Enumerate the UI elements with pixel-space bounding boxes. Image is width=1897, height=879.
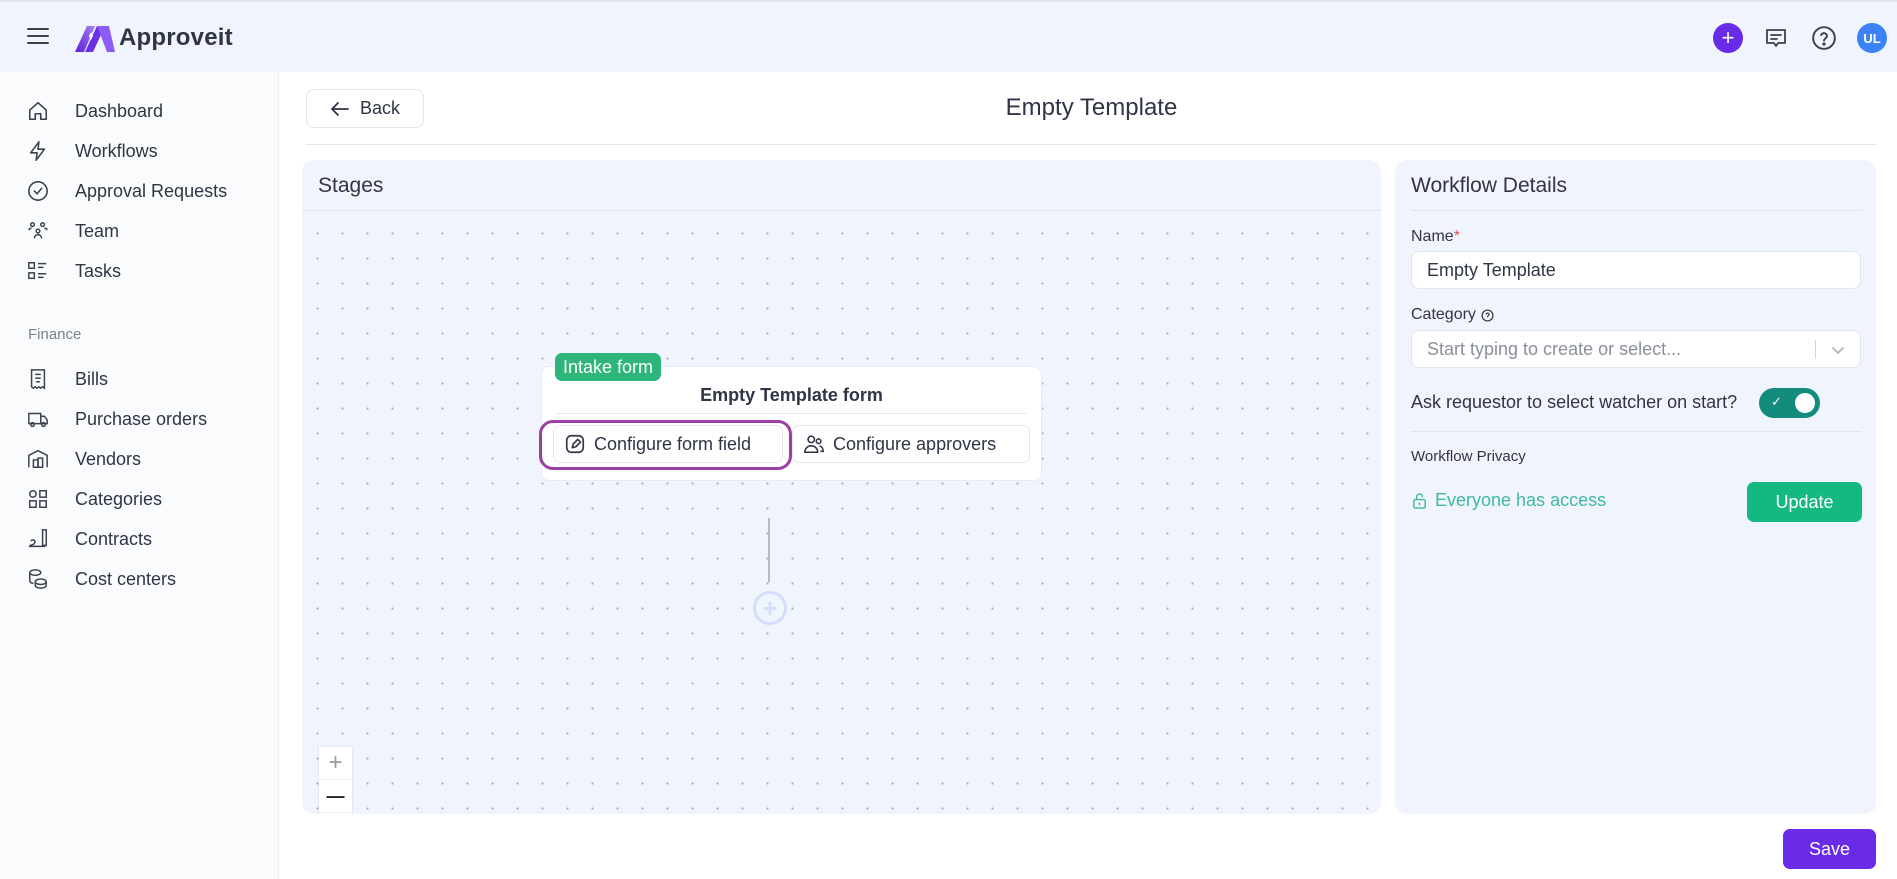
signature-icon	[27, 528, 49, 550]
required-mark: *	[1453, 228, 1460, 245]
sidebar-item-label: Workflows	[75, 140, 158, 161]
watcher-question-label: Ask requestor to select watcher on start…	[1411, 392, 1738, 412]
add-stage-button[interactable]: +	[753, 591, 787, 625]
tasks-icon	[27, 260, 49, 282]
sidebar-item-label: Contracts	[75, 528, 153, 549]
stages-title: Stages	[318, 174, 384, 197]
details-divider	[1411, 210, 1862, 211]
configure-approvers-button[interactable]: Configure approvers	[792, 425, 1030, 463]
stage-card-divider	[556, 413, 1027, 414]
truck-icon	[27, 408, 49, 430]
category-field-label: Category	[1411, 306, 1494, 324]
privacy-access-link[interactable]: Everyone has access	[1411, 490, 1606, 511]
update-privacy-button[interactable]: Update	[1747, 482, 1862, 522]
unlock-icon	[1413, 492, 1426, 509]
sidebar-item-tasks[interactable]: Tasks	[27, 256, 121, 286]
app-logo[interactable]: Approveit	[75, 22, 233, 54]
sidebar-item-vendors[interactable]: Vendors	[27, 444, 141, 474]
header-divider	[306, 144, 1877, 145]
zoom-in-button[interactable]: +	[319, 747, 352, 780]
user-avatar[interactable]: UL	[1857, 23, 1887, 53]
sidebar-item-categories[interactable]: Categories	[27, 484, 162, 514]
home-icon	[27, 100, 49, 122]
workflow-privacy-label: Workflow Privacy	[1411, 448, 1526, 465]
lightning-icon	[27, 140, 49, 162]
privacy-divider	[1411, 431, 1862, 432]
canvas-zoom-controls: + —	[319, 747, 352, 814]
sidebar-item-label: Team	[75, 220, 120, 241]
help-icon	[1812, 26, 1836, 50]
configure-approvers-label: Configure approvers	[833, 433, 997, 454]
name-field-label: Name*	[1411, 228, 1460, 246]
category-placeholder: Start typing to create or select...	[1427, 338, 1682, 359]
chevron-down-icon[interactable]	[1830, 342, 1846, 358]
sidebar-item-label: Purchase orders	[75, 408, 208, 429]
sidebar-item-dashboard[interactable]: Dashboard	[27, 96, 163, 126]
grid-icon	[27, 488, 49, 510]
sidebar-item-label: Cost centers	[75, 568, 177, 589]
name-label-text: Name	[1411, 228, 1454, 245]
sidebar-item-team[interactable]: Team	[27, 216, 119, 246]
sidebar-item-label: Categories	[75, 488, 163, 509]
finance-section-label: Finance	[28, 326, 82, 343]
app-name: Approveit	[119, 24, 233, 51]
workflow-details-title: Workflow Details	[1411, 174, 1567, 197]
stage-card-title: Empty Template form	[700, 385, 883, 405]
sidebar-item-label: Approval Requests	[75, 180, 228, 201]
workflow-canvas[interactable]: Intake form Empty Template form Configur…	[302, 211, 1381, 814]
sidebar-item-approval-requests[interactable]: Approval Requests	[27, 176, 227, 206]
category-select[interactable]: Start typing to create or select...	[1411, 330, 1861, 368]
privacy-access-text: Everyone has access	[1435, 490, 1607, 510]
stages-panel: Stages Intake form Empty Template form C…	[302, 160, 1381, 814]
intake-form-badge: Intake form	[555, 353, 662, 381]
sidebar-item-purchase-orders[interactable]: Purchase orders	[27, 404, 207, 434]
coins-icon	[27, 568, 49, 590]
plus-icon: +	[328, 749, 343, 776]
team-icon	[27, 220, 49, 242]
sidebar-item-label: Tasks	[75, 260, 122, 281]
main-content: Back Empty Template Stages Intake form E…	[280, 72, 1897, 879]
sidebar-item-contracts[interactable]: Contracts	[27, 524, 152, 554]
select-separator	[1815, 340, 1816, 359]
chat-icon	[1766, 29, 1786, 47]
warehouse-icon	[27, 448, 49, 470]
minus-icon: —	[326, 785, 345, 806]
approveit-logo-icon	[75, 26, 115, 52]
users-icon	[804, 435, 824, 454]
menu-icon[interactable]	[27, 28, 49, 46]
intake-stage-card[interactable]: Intake form Empty Template form Configur…	[539, 353, 1042, 481]
configure-form-field-button[interactable]: Configure form field	[553, 425, 783, 463]
sidebar-item-cost-centers[interactable]: Cost centers	[27, 564, 176, 594]
toggle-knob	[1795, 393, 1815, 413]
help-button[interactable]	[1809, 23, 1839, 53]
top-bar: Approveit + UL	[0, 0, 1897, 72]
plus-circle-icon: +	[762, 592, 778, 623]
page-title: Empty Template	[1005, 94, 1178, 121]
fit-view-button[interactable]	[319, 813, 352, 814]
category-label-text: Category	[1411, 306, 1476, 323]
save-button[interactable]: Save	[1783, 829, 1876, 869]
sidebar-item-label: Vendors	[75, 448, 142, 469]
receipt-icon	[27, 368, 49, 390]
configure-form-field-label: Configure form field	[594, 433, 752, 454]
help-circle-icon[interactable]	[1481, 308, 1494, 322]
sidebar-item-label: Bills	[75, 368, 109, 389]
sidebar-item-workflows[interactable]: Workflows	[27, 136, 158, 166]
form-edit-icon	[565, 434, 585, 454]
sidebar-item-label: Dashboard	[75, 100, 164, 121]
watcher-toggle[interactable]: ✓	[1759, 388, 1820, 418]
create-new-button[interactable]: +	[1713, 23, 1743, 53]
sidebar-item-bills[interactable]: Bills	[27, 364, 108, 394]
name-input[interactable]: Empty Template	[1411, 251, 1861, 289]
sidebar: Dashboard Workflows Approval Requests Te…	[0, 72, 279, 879]
plus-icon: +	[1721, 25, 1735, 50]
workflow-details-panel: Workflow Details Name* Empty Template Ca…	[1395, 160, 1876, 814]
zoom-out-button[interactable]: —	[319, 780, 352, 813]
check-circle-icon	[27, 180, 49, 202]
stage-connector-line	[768, 518, 770, 582]
chat-button[interactable]	[1761, 23, 1791, 53]
check-icon: ✓	[1771, 394, 1782, 409]
